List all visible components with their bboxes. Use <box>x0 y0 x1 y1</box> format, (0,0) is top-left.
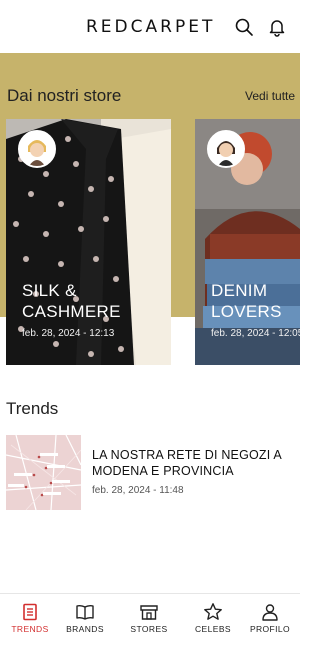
store-card-date: feb. 28, 2024 - 12:05 <box>211 328 300 339</box>
nav-label: BRANDS <box>66 624 104 634</box>
nav-item-profilo[interactable]: PROFILO <box>240 594 300 651</box>
nav-item-brands[interactable]: BRANDS <box>55 594 115 651</box>
person-icon <box>262 604 278 621</box>
bottom-navigation: TRENDS BRANDS STORES CELEBS PROFILO <box>0 593 300 651</box>
trend-item[interactable]: LA NOSTRA RETE DI NEGOZI A MODENA E PROV… <box>6 435 300 511</box>
store-avatar <box>207 130 245 168</box>
nav-item-stores[interactable]: STORES <box>119 594 179 651</box>
book-icon <box>76 604 94 620</box>
nav-item-trends[interactable]: TRENDS <box>0 594 60 651</box>
nav-item-celebs[interactable]: CELEBS <box>183 594 243 651</box>
see-all-stores-link[interactable]: Vedi tutte <box>245 89 295 103</box>
store-icon <box>140 605 158 620</box>
nav-label: STORES <box>130 624 168 634</box>
store-card[interactable]: DENIM LOVERS feb. 28, 2024 - 12:05 <box>195 119 300 365</box>
store-card-date: feb. 28, 2024 - 12:13 <box>22 328 115 339</box>
nav-label: CELEBS <box>195 624 231 634</box>
trend-thumbnail-map <box>6 435 81 510</box>
trend-headline: LA NOSTRA RETE DI NEGOZI A MODENA E PROV… <box>92 448 282 478</box>
app-logo[interactable]: REDCARPET <box>86 17 215 37</box>
store-avatar <box>18 130 56 168</box>
bell-icon[interactable] <box>267 17 287 37</box>
trend-date: feb. 28, 2024 - 11:48 <box>92 485 184 496</box>
trends-section-title: Trends <box>6 399 59 418</box>
stores-section-title: Dai nostri store <box>7 86 122 105</box>
trends-icon <box>23 603 37 621</box>
store-card-title: SILK & CASHMERE <box>22 281 121 321</box>
star-icon <box>204 603 222 620</box>
search-icon[interactable] <box>234 17 254 37</box>
app-header: REDCARPET <box>0 0 300 54</box>
store-card-title: DENIM LOVERS <box>211 281 282 321</box>
nav-label: PROFILO <box>249 624 291 634</box>
store-card[interactable]: SILK & CASHMERE feb. 28, 2024 - 12:13 <box>6 119 171 365</box>
nav-label: TRENDS <box>11 624 49 634</box>
